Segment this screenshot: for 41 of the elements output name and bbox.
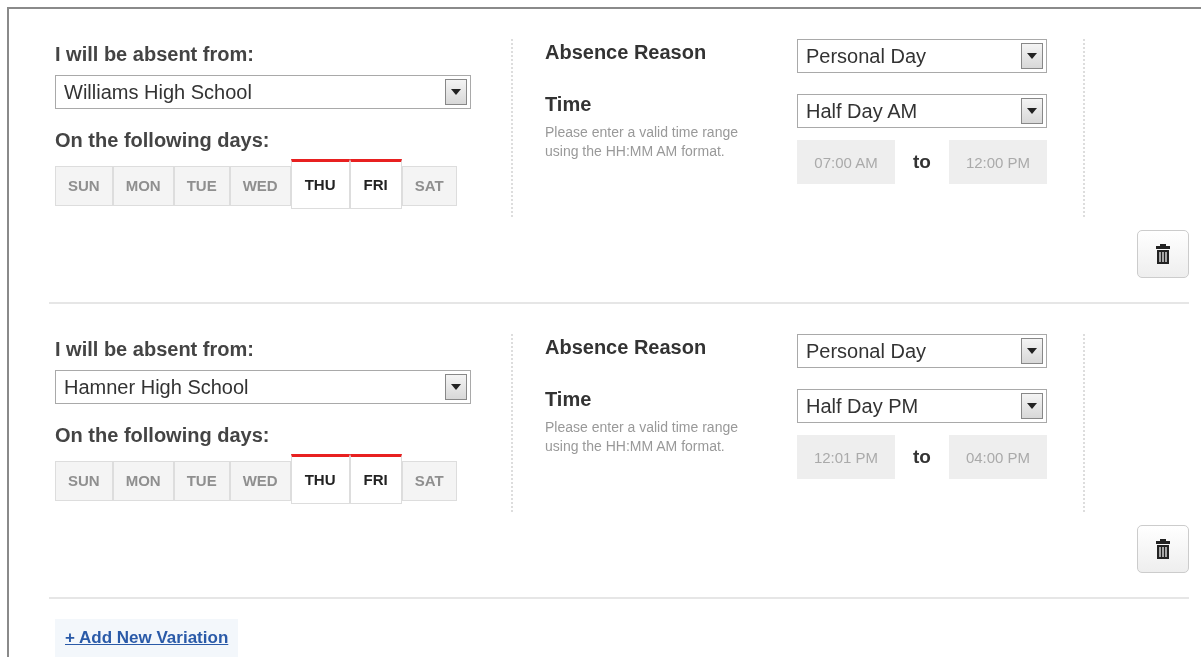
time-select[interactable]: Half Day AM (797, 94, 1047, 128)
time-hint: Please enter a valid time range using the HH:MM AM format. (545, 418, 739, 456)
school-select[interactable]: Williams High School (55, 75, 471, 109)
field-label: Absence Reason (545, 40, 708, 65)
day-toggle[interactable]: SUN (55, 166, 113, 206)
field-label: Absence Reason (545, 335, 708, 360)
field-label: I will be absent from: (55, 42, 255, 67)
time-hint: Please enter a valid time range using the HH:MM AM format. (545, 123, 739, 161)
range-separator: to (912, 149, 932, 174)
day-toggle[interactable]: FRI (349, 159, 402, 209)
day-toggle[interactable]: MON (112, 461, 174, 501)
field-label: On the following days: (55, 128, 271, 153)
day-toggle[interactable]: WED (229, 166, 291, 206)
day-toggle[interactable]: WED (229, 461, 291, 501)
end-time-field[interactable]: 12:00 PM (949, 140, 1047, 184)
day-toggle[interactable]: TUE (173, 461, 230, 501)
start-time-field[interactable]: 07:00 AM (797, 140, 895, 184)
time-select[interactable]: Half Day PM (797, 389, 1047, 423)
reason-select[interactable]: Personal Day (797, 334, 1047, 368)
day-toggle[interactable]: THU (290, 159, 350, 209)
delete-button[interactable] (1137, 525, 1189, 573)
field-label: On the following days: (55, 423, 271, 448)
day-toggle[interactable]: SAT (401, 461, 457, 501)
day-toggle[interactable]: THU (290, 454, 350, 504)
field-label: Time (545, 387, 593, 412)
day-toggle[interactable]: SUN (55, 461, 113, 501)
field-label: Time (545, 92, 593, 117)
day-toggle[interactable]: SAT (401, 166, 457, 206)
field-label: I will be absent from: (55, 337, 255, 362)
delete-button[interactable] (1137, 230, 1189, 278)
day-toggle[interactable]: TUE (173, 166, 230, 206)
day-toggle[interactable]: MON (112, 166, 174, 206)
reason-select[interactable]: Personal Day (797, 39, 1047, 73)
day-toggle[interactable]: FRI (349, 454, 402, 504)
range-separator: to (912, 444, 932, 469)
add-variation-link[interactable]: + Add New Variation (55, 619, 239, 657)
trash-icon (1156, 244, 1170, 264)
trash-icon (1156, 539, 1170, 559)
end-time-field[interactable]: 04:00 PM (949, 435, 1047, 479)
school-select[interactable]: Hamner High School (55, 370, 471, 404)
start-time-field[interactable]: 12:01 PM (797, 435, 895, 479)
